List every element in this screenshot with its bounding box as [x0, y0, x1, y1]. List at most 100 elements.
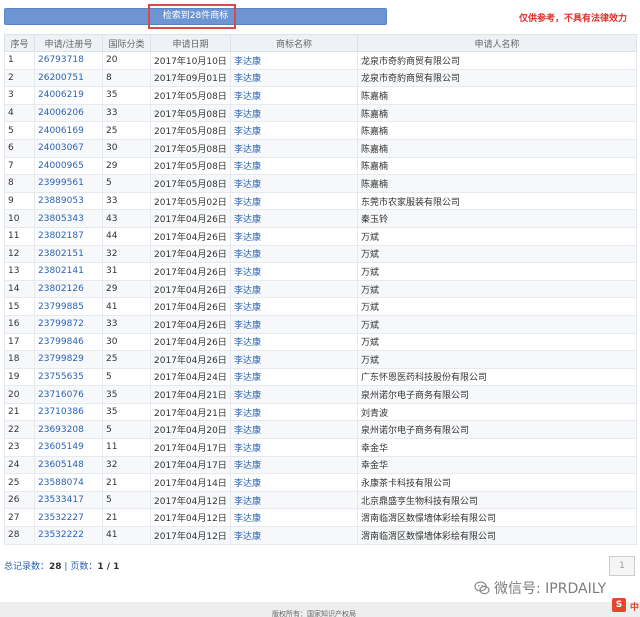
- registration-number-link[interactable]: 23533417: [38, 495, 84, 505]
- registration-number-link[interactable]: 24006206: [38, 108, 84, 118]
- trademark-name-link[interactable]: 李达康: [234, 74, 261, 84]
- registration-number-cell: 23605148: [34, 455, 103, 475]
- class-cell: 35: [102, 385, 151, 404]
- trademark-name-link[interactable]: 李达康: [234, 338, 261, 348]
- registration-number-link[interactable]: 23532227: [38, 513, 84, 523]
- class-cell: 20: [102, 51, 151, 70]
- trademark-name-link[interactable]: 李达康: [234, 57, 261, 67]
- trademark-name-cell: 李达康: [230, 156, 358, 176]
- class-cell: 5: [102, 174, 151, 193]
- trademark-name-link[interactable]: 李达康: [234, 444, 261, 454]
- registration-number-link[interactable]: 23999561: [38, 178, 84, 188]
- total-value: 28: [49, 562, 62, 572]
- table-row: 20 23716076 35 2017年04月21日 李达康 泉州诺尔电子商务有限公司: [4, 385, 637, 404]
- table-row: 13 23802141 31 2017年04月26日 李达康 万斌: [4, 262, 637, 281]
- column-header: 申请日期: [150, 34, 231, 52]
- applicant-name-cell: 万斌: [357, 279, 637, 299]
- pages-label: 页数：: [70, 562, 98, 572]
- trademark-name-link[interactable]: 李达康: [234, 286, 261, 296]
- trademark-name-link[interactable]: 李达康: [234, 233, 261, 243]
- trademark-name-link[interactable]: 李达康: [234, 391, 261, 401]
- class-cell: 21: [102, 508, 151, 528]
- trademark-name-link[interactable]: 李达康: [234, 127, 261, 137]
- registration-number-link[interactable]: 23588074: [38, 478, 84, 488]
- highlight-annotation-box: [148, 4, 236, 29]
- registration-number-link[interactable]: 23799829: [38, 354, 84, 364]
- applicant-name-cell: 龙泉市奇豹商贸有限公司: [357, 51, 637, 70]
- application-date-cell: 2017年04月17日: [150, 455, 231, 475]
- trademark-name-link[interactable]: 李达康: [234, 321, 261, 331]
- trademark-name-cell: 李达康: [230, 68, 358, 88]
- registration-number-link[interactable]: 23605149: [38, 442, 84, 452]
- registration-number-link[interactable]: 23802151: [38, 249, 84, 259]
- application-date-cell: 2017年04月26日: [150, 279, 231, 299]
- registration-number-link[interactable]: 23802187: [38, 231, 84, 241]
- registration-number-link[interactable]: 23802126: [38, 284, 84, 294]
- registration-number-link[interactable]: 24003067: [38, 143, 84, 153]
- trademark-name-cell: 李达康: [230, 103, 358, 123]
- row-index-cell: 17: [4, 332, 35, 352]
- trademark-name-link[interactable]: 李达康: [234, 426, 261, 436]
- registration-number-link[interactable]: 24006219: [38, 90, 84, 100]
- registration-number-cell: 23533417: [34, 490, 103, 510]
- registration-number-link[interactable]: 23605148: [38, 460, 84, 470]
- trademark-name-link[interactable]: 李达康: [234, 162, 261, 172]
- application-date-cell: 2017年04月12日: [150, 508, 231, 528]
- page-input[interactable]: 1: [609, 556, 635, 576]
- trademark-name-link[interactable]: 李达康: [234, 92, 261, 102]
- trademark-name-link[interactable]: 李达康: [234, 303, 261, 313]
- trademark-name-link[interactable]: 李达康: [234, 532, 261, 542]
- registration-number-link[interactable]: 24006169: [38, 126, 84, 136]
- registration-number-link[interactable]: 24000965: [38, 161, 84, 171]
- trademark-name-link[interactable]: 李达康: [234, 180, 261, 190]
- trademark-name-cell: 李达康: [230, 314, 358, 334]
- applicant-name-cell: 万斌: [357, 226, 637, 246]
- registration-number-link[interactable]: 23693208: [38, 425, 84, 435]
- table-body: 1 26793718 20 2017年10月10日 李达康 龙泉市奇豹商贸有限公司 2 262…: [4, 51, 637, 545]
- table-row: 24 23605148 32 2017年04月17日 李达康 幸金华: [4, 455, 637, 475]
- column-header: 序号: [4, 34, 35, 52]
- registration-number-link[interactable]: 23799885: [38, 302, 84, 312]
- registration-number-cell: 23802151: [34, 244, 103, 264]
- trademark-name-link[interactable]: 李达康: [234, 514, 261, 524]
- trademark-name-link[interactable]: 李达康: [234, 373, 261, 383]
- trademark-name-link[interactable]: 李达康: [234, 198, 261, 208]
- application-date-cell: 2017年05月08日: [150, 103, 231, 123]
- trademark-name-link[interactable]: 李达康: [234, 479, 261, 489]
- application-date-cell: 2017年04月17日: [150, 438, 231, 457]
- registration-number-link[interactable]: 23755635: [38, 372, 84, 382]
- trademark-name-link[interactable]: 李达康: [234, 110, 261, 120]
- total-label: 总记录数：: [4, 562, 50, 572]
- registration-number-link[interactable]: 26200751: [38, 73, 84, 83]
- trademark-name-link[interactable]: 李达康: [234, 268, 261, 278]
- registration-number-cell: 23999561: [34, 174, 103, 193]
- applicant-name-cell: 万斌: [357, 262, 637, 281]
- registration-number-link[interactable]: 23716076: [38, 390, 84, 400]
- registration-number-link[interactable]: 23532222: [38, 530, 84, 540]
- trademark-name-link[interactable]: 李达康: [234, 497, 261, 507]
- trademark-name-link[interactable]: 李达康: [234, 145, 261, 155]
- table-row: 15 23799885 41 2017年04月26日 李达康 万斌: [4, 297, 637, 316]
- registration-number-link[interactable]: 23799846: [38, 337, 84, 347]
- registration-number-link[interactable]: 23805343: [38, 214, 84, 224]
- row-index-cell: 24: [4, 455, 35, 475]
- registration-number-cell: 24006169: [34, 121, 103, 140]
- class-cell: 41: [102, 297, 151, 316]
- trademark-name-link[interactable]: 李达康: [234, 461, 261, 471]
- registration-number-link[interactable]: 26793718: [38, 55, 84, 65]
- trademark-name-link[interactable]: 李达康: [234, 356, 261, 366]
- trademark-name-cell: 李达康: [230, 350, 358, 369]
- trademark-name-cell: 李达康: [230, 244, 358, 264]
- trademark-name-link[interactable]: 李达康: [234, 409, 261, 419]
- registration-number-link[interactable]: 23710386: [38, 407, 84, 417]
- registration-number-link[interactable]: 23802141: [38, 266, 84, 276]
- registration-number-cell: 23693208: [34, 420, 103, 440]
- trademark-name-link[interactable]: 李达康: [234, 215, 261, 225]
- registration-number-cell: 24006206: [34, 103, 103, 123]
- application-date-cell: 2017年04月21日: [150, 402, 231, 422]
- table-row: 19 23755635 5 2017年04月24日 李达康 广东怀恩医药科技股份有限公司: [4, 367, 637, 387]
- registration-number-link[interactable]: 23889053: [38, 196, 84, 206]
- registration-number-link[interactable]: 23799872: [38, 319, 84, 329]
- trademark-name-link[interactable]: 李达康: [234, 250, 261, 260]
- registration-number-cell: 23889053: [34, 191, 103, 211]
